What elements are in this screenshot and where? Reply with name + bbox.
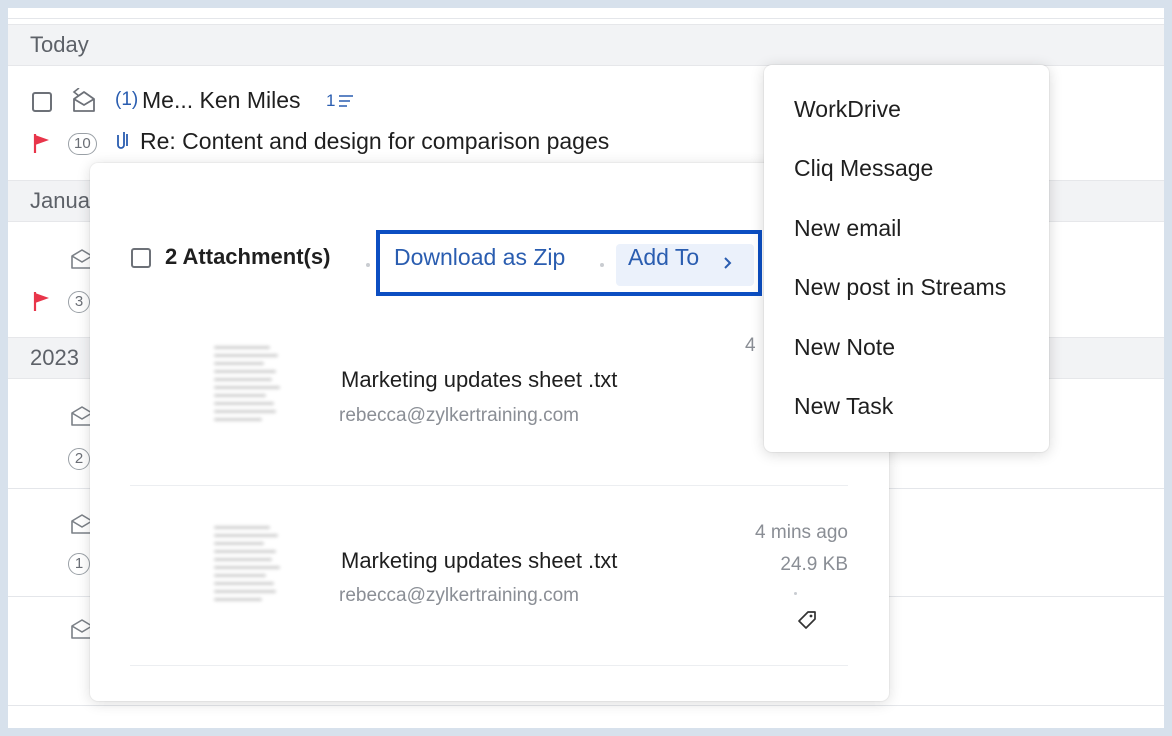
group-header-label: Janua bbox=[30, 188, 90, 213]
group-header-label: 2023 bbox=[30, 345, 79, 370]
message-count-badge: 10 bbox=[68, 133, 97, 155]
paperclip-icon[interactable] bbox=[114, 128, 130, 152]
thread-checkbox[interactable] bbox=[32, 92, 52, 112]
file-thumbnail bbox=[214, 526, 284, 610]
message-count-badge: 2 bbox=[68, 448, 90, 470]
menu-item-workdrive[interactable]: WorkDrive bbox=[764, 80, 1049, 139]
thread-subject[interactable]: Re: Content and design for comparison pa… bbox=[140, 128, 609, 155]
attachments-count-label: 2 Attachment(s) bbox=[165, 244, 331, 269]
thread-list-icon bbox=[339, 95, 353, 107]
file-sender: rebecca@zylkertraining.com bbox=[339, 585, 579, 606]
highlight-box bbox=[376, 230, 762, 296]
flag-icon[interactable] bbox=[32, 132, 52, 154]
mail-window: Today (1) Me... Ken Miles 1 10 Re: Conte… bbox=[8, 8, 1164, 728]
thread-sender[interactable]: Me... Ken Miles bbox=[142, 87, 301, 114]
thread-count: (1) bbox=[115, 89, 139, 110]
file-sender: rebecca@zylkertraining.com bbox=[339, 405, 579, 426]
tag-icon[interactable] bbox=[796, 609, 818, 631]
add-to-menu: WorkDrive Cliq Message New email New pos… bbox=[764, 65, 1049, 452]
flag-icon[interactable] bbox=[32, 290, 52, 312]
group-header-today: Today bbox=[8, 24, 1164, 66]
file-name[interactable]: Marketing updates sheet .txt bbox=[341, 548, 617, 574]
file-time: 4 bbox=[745, 335, 756, 356]
file-name[interactable]: Marketing updates sheet .txt bbox=[341, 367, 617, 393]
file-time: 4 mins ago bbox=[755, 522, 848, 543]
top-divider bbox=[8, 18, 1164, 19]
menu-item-new-email[interactable]: New email bbox=[764, 199, 1049, 258]
separator-dot bbox=[366, 263, 370, 267]
reply-count: 1 bbox=[326, 91, 336, 110]
menu-item-new-task[interactable]: New Task bbox=[764, 377, 1049, 436]
select-all-attachments-checkbox[interactable] bbox=[131, 248, 151, 268]
attachment-card[interactable]: Marketing updates sheet .txt rebecca@zyl… bbox=[130, 311, 848, 486]
message-count-badge: 1 bbox=[68, 553, 90, 575]
menu-item-cliq-message[interactable]: Cliq Message bbox=[764, 139, 1049, 198]
menu-item-new-note[interactable]: New Note bbox=[764, 318, 1049, 377]
replied-mail-icon bbox=[72, 88, 95, 112]
message-count-badge: 3 bbox=[68, 291, 90, 313]
attachment-card[interactable]: Marketing updates sheet .txt rebecca@zyl… bbox=[130, 486, 848, 666]
file-thumbnail bbox=[214, 346, 284, 430]
row-divider bbox=[8, 705, 1164, 706]
file-size: 24.9 KB bbox=[780, 554, 848, 575]
group-header-label: Today bbox=[30, 32, 89, 57]
menu-item-new-post-streams[interactable]: New post in Streams bbox=[764, 258, 1049, 317]
separator-dot bbox=[794, 592, 797, 595]
